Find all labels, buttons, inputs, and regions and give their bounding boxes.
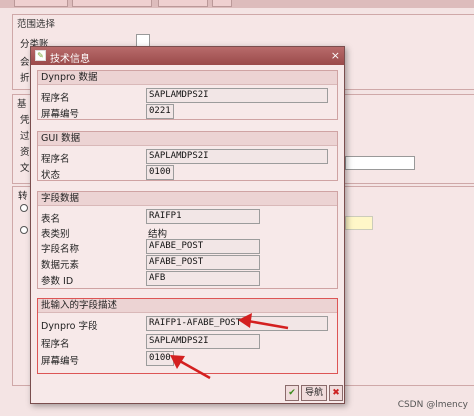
arrow-to-dynpro-field [238,313,289,330]
arrow-to-screen-number [170,355,211,380]
watermark-text: CSDN @lmency [397,400,468,410]
annotation-arrows [170,313,289,380]
